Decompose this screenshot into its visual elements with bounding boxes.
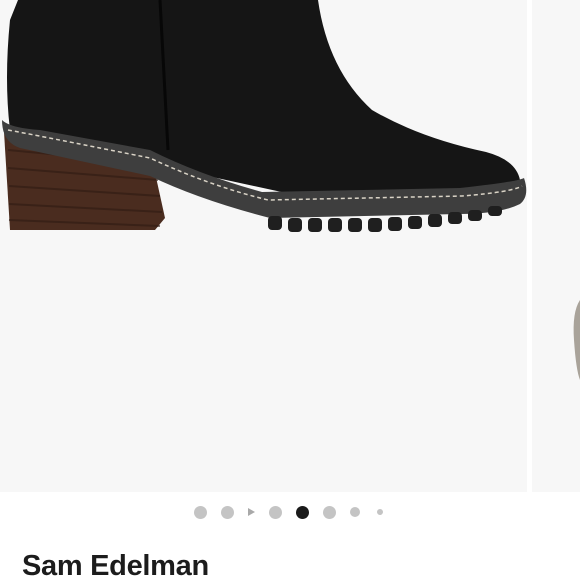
pagination-dot-8[interactable]	[377, 509, 383, 515]
image-carousel[interactable]	[0, 0, 580, 492]
carousel-slide-next-peek[interactable]	[532, 0, 580, 492]
pagination-dot-4[interactable]	[269, 505, 282, 519]
brand-name[interactable]: Sam Edelman	[22, 548, 209, 584]
play-icon[interactable]	[248, 508, 255, 516]
pagination-dot-2[interactable]	[221, 505, 234, 519]
pagination-dot-5-active[interactable]	[296, 505, 309, 519]
carousel-slide-current[interactable]	[0, 0, 527, 492]
pagination-dot-1[interactable]	[194, 505, 207, 519]
pagination-dot-7[interactable]	[350, 507, 360, 517]
next-product-image	[573, 300, 580, 380]
product-image	[2, 0, 527, 232]
pagination-dot-6[interactable]	[323, 505, 336, 519]
carousel-pagination	[0, 500, 580, 524]
